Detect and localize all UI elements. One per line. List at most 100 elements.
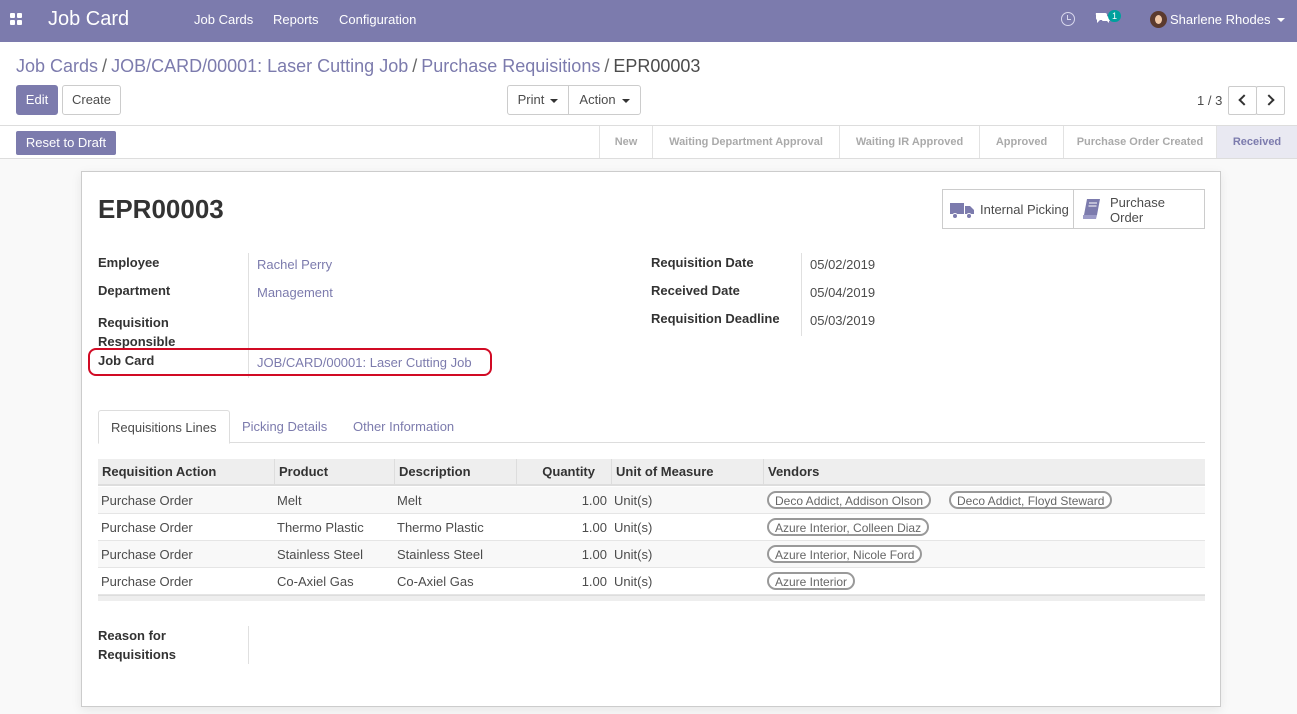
caret-down-icon[interactable] [1277,18,1285,22]
statusbar: Reset to Draft New Waiting Department Ap… [0,126,1297,159]
table-row[interactable]: Purchase Order Stainless Steel Stainless S… [98,541,1205,568]
breadcrumb-current: EPR00003 [613,56,701,76]
column-requisition-action[interactable]: Requisition Action [98,459,274,484]
breadcrumb: Job Cards / JOB/CARD/00001: Laser Cutting … [16,56,700,77]
print-button[interactable]: Print [507,85,569,115]
vendor-tag[interactable]: Azure Interior [767,572,856,590]
employee-value[interactable]: Rachel Perry [257,257,332,272]
stage-approved[interactable]: Approved [979,126,1063,158]
stage-purchase-order-created[interactable]: Purchase Order Created [1063,126,1216,158]
vendor-tag[interactable]: Deco Addict, Floyd Steward [949,491,1113,509]
vendor-tag[interactable]: Azure Interior, Nicole Ford [767,545,923,563]
cell-unit-of-measure: Unit(s) [614,520,653,535]
cell-unit-of-measure: Unit(s) [614,493,653,508]
menu-job-cards[interactable]: Job Cards [194,12,253,27]
pager-value[interactable]: 1 / 3 [1197,93,1222,108]
received-date-label: Received Date [651,283,740,298]
table-row[interactable]: Purchase Order Melt Melt 1.00 Unit(s) Deco Ad… [98,487,1205,514]
apps-grid-icon[interactable] [10,13,22,25]
action-button[interactable]: Action [568,85,641,115]
stage-waiting-ir-approved[interactable]: Waiting IR Approved [839,126,979,158]
requisition-deadline-label: Requisition Deadline [651,311,780,326]
control-panel: Job Cards / JOB/CARD/00001: Laser Cutting … [0,42,1297,126]
app-title: Job Card [48,8,130,30]
notebook-tabs: Requisitions Lines Picking Details Other… [98,410,1205,444]
cell-product: Melt [277,493,302,508]
table-row[interactable]: Purchase Order Thermo Plastic Thermo Plast… [98,514,1205,541]
print-label: Print [517,92,545,107]
reset-to-draft-button[interactable]: Reset to Draft [16,131,116,155]
cell-product: Co-Axiel Gas [277,574,354,589]
chat-badge: 1 [1108,10,1122,22]
form-sheet: EPR00003 Internal Picking Purchase Order… [81,171,1221,707]
column-description[interactable]: Description [394,459,516,484]
cell-requisition-action: Purchase Order [101,493,193,508]
requisition-deadline-value[interactable]: 05/03/2019 [810,313,875,328]
truck-icon [950,203,974,219]
cell-requisition-action: Purchase Order [101,574,193,589]
cell-unit-of-measure: Unit(s) [614,574,653,589]
cell-quantity: 1.00 [581,574,607,589]
table-header: Requisition Action Product Description Q… [98,459,1205,486]
requisition-date-value[interactable]: 05/02/2019 [810,257,875,272]
cell-product: Thermo Plastic [277,520,364,535]
tab-other-information[interactable]: Other Information [353,410,454,443]
internal-picking-button[interactable]: Internal Picking [942,189,1074,229]
breadcrumb-job-cards[interactable]: Job Cards [16,56,98,76]
requisition-date-label: Requisition Date [651,255,754,270]
cell-requisition-action: Purchase Order [101,547,193,562]
internal-picking-label: Internal Picking [980,202,1069,217]
field-divider [801,253,802,336]
table-footer [98,595,1205,601]
cell-description: Co-Axiel Gas [397,574,474,589]
job-card-highlight [88,348,492,376]
breadcrumb-separator: / [604,56,610,76]
cell-description: Thermo Plastic [397,520,484,535]
department-value[interactable]: Management [257,285,333,300]
avatar[interactable] [1150,11,1167,28]
caret-down-icon [621,98,630,103]
table-row[interactable]: Purchase Order Co-Axiel Gas Co-Axiel Gas 1.… [98,568,1205,595]
create-button[interactable]: Create [62,85,121,115]
field-divider [248,626,249,664]
tab-picking-details[interactable]: Picking Details [242,410,327,443]
cell-requisition-action: Purchase Order [101,520,193,535]
purchase-order-label: Purchase Order [1110,195,1165,225]
stage-waiting-department-approval[interactable]: Waiting Department Approval [652,126,839,158]
column-vendors[interactable]: Vendors [763,459,1205,484]
cell-quantity: 1.00 [581,547,607,562]
vendor-tag[interactable]: Azure Interior, Colleen Diaz [767,518,930,536]
pager-previous-button[interactable] [1228,86,1257,115]
record-title: EPR00003 [98,194,224,224]
breadcrumb-purchase-requisitions[interactable]: Purchase Requisitions [421,56,600,76]
tab-requisitions-lines[interactable]: Requisitions Lines [98,410,230,444]
cell-description: Stainless Steel [397,547,483,562]
cell-quantity: 1.00 [581,520,607,535]
breadcrumb-separator: / [412,56,418,76]
stage-received[interactable]: Received [1216,126,1297,158]
purchase-order-button[interactable]: Purchase Order [1073,189,1205,229]
vendor-tag[interactable]: Deco Addict, Addison Olson [767,491,932,509]
reason-for-requisitions-label: Reason for Requisitions [98,628,177,662]
cell-quantity: 1.00 [581,493,607,508]
employee-label: Employee [98,255,160,270]
stage-new[interactable]: New [599,126,652,158]
pager-next-button[interactable] [1256,86,1285,115]
breadcrumb-job-card[interactable]: JOB/CARD/00001: Laser Cutting Job [111,56,408,76]
received-date-value[interactable]: 05/04/2019 [810,285,875,300]
edit-button[interactable]: Edit [16,85,58,115]
cell-unit-of-measure: Unit(s) [614,547,653,562]
breadcrumb-separator: / [102,56,108,76]
menu-configuration[interactable]: Configuration [339,12,416,27]
clock-icon[interactable] [1061,12,1075,26]
user-menu[interactable]: Sharlene Rhodes [1170,12,1270,27]
action-label: Action [579,92,616,107]
book-icon [1083,199,1100,219]
chevron-left-icon [1238,94,1250,106]
menu-reports[interactable]: Reports [273,12,319,27]
column-product[interactable]: Product [274,459,394,484]
chevron-right-icon [1263,94,1275,106]
cell-product: Stainless Steel [277,547,363,562]
column-quantity[interactable]: Quantity [516,459,611,484]
column-unit-of-measure[interactable]: Unit of Measure [611,459,763,484]
